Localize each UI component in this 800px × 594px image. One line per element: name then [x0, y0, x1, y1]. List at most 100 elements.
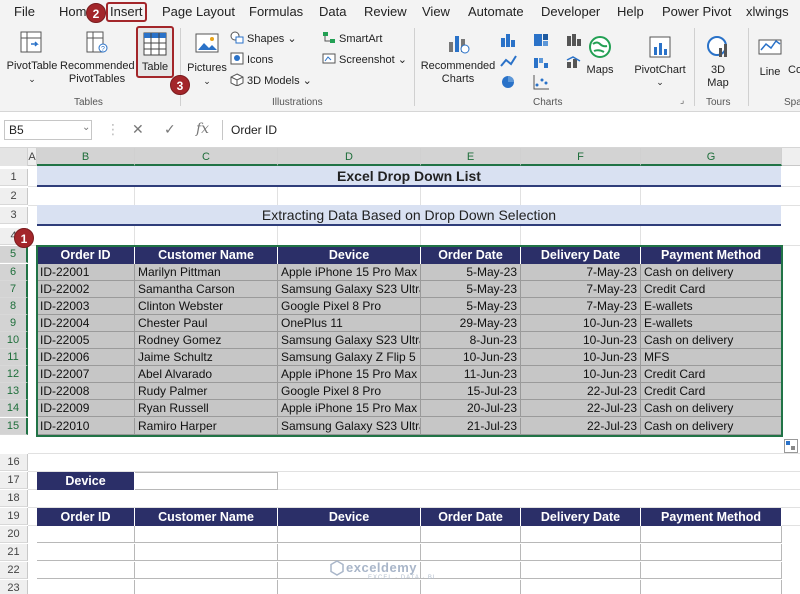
menu-developer[interactable]: Developer	[541, 4, 600, 19]
column-header-b[interactable]: B	[37, 148, 135, 166]
menu-formulas[interactable]: Formulas	[249, 4, 303, 19]
cell-device[interactable]: Samsung Galaxy Z Flip 5	[278, 349, 421, 366]
row-header-21[interactable]: 21	[0, 544, 28, 561]
cell-customer-name[interactable]: Abel Alvarado	[135, 366, 278, 383]
shapes-button[interactable]: Shapes ⌄	[230, 31, 297, 45]
table-header-order-date[interactable]: Order Date	[421, 246, 521, 264]
cell-delivery-date[interactable]: 10-Jun-23	[521, 349, 641, 366]
cell-order-id[interactable]: ID-22001	[37, 264, 135, 281]
result-cell[interactable]	[278, 526, 421, 543]
pivotchart-button[interactable]: PivotChart ⌄	[632, 28, 688, 88]
row-header-6[interactable]: 6	[0, 264, 28, 281]
cell-order-id[interactable]: ID-22007	[37, 366, 135, 383]
cell-delivery-date[interactable]: 7-May-23	[521, 281, 641, 298]
cell-order-date[interactable]: 29-May-23	[421, 315, 521, 332]
result-cell[interactable]	[641, 526, 782, 543]
row-header-9[interactable]: 9	[0, 315, 28, 332]
cell-order-id[interactable]: ID-22002	[37, 281, 135, 298]
cell-customer-name[interactable]: Chester Paul	[135, 315, 278, 332]
result-cell[interactable]	[421, 526, 521, 543]
cell-payment-method[interactable]: Cash on delivery	[641, 332, 782, 349]
table-header-customer-name[interactable]: Customer Name	[135, 246, 278, 264]
cell-device[interactable]: OnePlus 11	[278, 315, 421, 332]
cell-customer-name[interactable]: Rudy Palmer	[135, 383, 278, 400]
menu-file[interactable]: File	[14, 4, 35, 19]
cell-order-date[interactable]: 5-May-23	[421, 281, 521, 298]
cell-delivery-date[interactable]: 22-Jul-23	[521, 418, 641, 435]
smartart-button[interactable]: SmartArt	[322, 31, 382, 45]
cell-customer-name[interactable]: Marilyn Pittman	[135, 264, 278, 281]
result-cell[interactable]	[37, 544, 135, 561]
menu-review[interactable]: Review	[364, 4, 407, 19]
hierarchy-chart-icon[interactable]	[533, 32, 555, 51]
row-header-13[interactable]: 13	[0, 383, 28, 400]
name-box[interactable]: B5	[4, 120, 92, 140]
column-header-c[interactable]: C	[135, 148, 278, 166]
result-cell[interactable]	[521, 562, 641, 579]
cell-order-id[interactable]: ID-22005	[37, 332, 135, 349]
row-header-11[interactable]: 11	[0, 349, 28, 366]
row-header-10[interactable]: 10	[0, 332, 28, 349]
column-header-d[interactable]: D	[278, 148, 421, 166]
result-cell[interactable]	[135, 526, 278, 543]
menu-insert[interactable]: Insert	[106, 2, 147, 22]
3d-map-button[interactable]: 3D Map	[700, 28, 736, 90]
cell-order-date[interactable]: 10-Jun-23	[421, 349, 521, 366]
row-header-20[interactable]: 20	[0, 526, 28, 543]
menu-help[interactable]: Help	[617, 4, 644, 19]
cell-order-date[interactable]: 5-May-23	[421, 264, 521, 281]
cell-device[interactable]: Samsung Galaxy S23 Ultra	[278, 332, 421, 349]
cell-device[interactable]: Google Pixel 8 Pro	[278, 383, 421, 400]
cell-device[interactable]: Apple iPhone 15 Pro Max	[278, 264, 421, 281]
menu-page-layout[interactable]: Page Layout	[162, 4, 235, 19]
3d-models-button[interactable]: 3D Models ⌄	[230, 73, 312, 87]
menu-power-pivot[interactable]: Power Pivot	[662, 4, 731, 19]
cell-delivery-date[interactable]: 22-Jul-23	[521, 400, 641, 417]
cell-device[interactable]: Samsung Galaxy S23 Ultra	[278, 281, 421, 298]
cell-customer-name[interactable]: Jaime Schultz	[135, 349, 278, 366]
row-header-8[interactable]: 8	[0, 298, 28, 315]
column-chart-icon[interactable]	[500, 32, 522, 51]
cell-customer-name[interactable]: Rodney Gomez	[135, 332, 278, 349]
screenshot-button[interactable]: Screenshot ⌄	[322, 52, 407, 66]
line-chart-icon[interactable]	[500, 54, 522, 73]
recommended-pivottables-button[interactable]: ? Recommended PivotTables	[60, 28, 135, 86]
result-cell[interactable]	[37, 580, 135, 594]
cell-device[interactable]: Samsung Galaxy S23 Ultra	[278, 418, 421, 435]
result-cell[interactable]	[641, 580, 782, 594]
cell-customer-name[interactable]: Clinton Webster	[135, 298, 278, 315]
result-cell[interactable]	[521, 526, 641, 543]
menu-automate[interactable]: Automate	[468, 4, 524, 19]
cell-order-date[interactable]: 11-Jun-23	[421, 366, 521, 383]
recommended-charts-button[interactable]: Recommended Charts	[420, 28, 496, 86]
cell-order-id[interactable]: ID-22010	[37, 418, 135, 435]
charts-dialog-launcher-icon[interactable]: ⌟	[680, 95, 684, 106]
result-cell[interactable]	[641, 562, 782, 579]
maps-button[interactable]: Maps	[580, 28, 620, 77]
table-header-device[interactable]: Device	[278, 246, 421, 264]
cell-payment-method[interactable]: Cash on delivery	[641, 418, 782, 435]
row-header-12[interactable]: 12	[0, 366, 28, 383]
sparkline-line-button[interactable]: Line	[754, 28, 786, 79]
cell-payment-method[interactable]: Credit Card	[641, 281, 782, 298]
result-cell[interactable]	[421, 544, 521, 561]
cell-customer-name[interactable]: Ramiro Harper	[135, 418, 278, 435]
cell-delivery-date[interactable]: 10-Jun-23	[521, 366, 641, 383]
cell-payment-method[interactable]: MFS	[641, 349, 782, 366]
row-header-14[interactable]: 14	[0, 400, 28, 417]
cell-payment-method[interactable]: E-wallets	[641, 298, 782, 315]
formula-input[interactable]: Order ID	[222, 120, 798, 140]
row-header-1[interactable]: 1	[0, 169, 28, 186]
row-header-17[interactable]: 17	[0, 472, 28, 489]
row-header-22[interactable]: 22	[0, 562, 28, 579]
pictures-button[interactable]: Pictures ⌄	[186, 28, 228, 88]
cell-payment-method[interactable]: Cash on delivery	[641, 264, 782, 281]
select-all-corner[interactable]	[0, 148, 28, 166]
menu-data[interactable]: Data	[319, 4, 346, 19]
cell-payment-method[interactable]: Cash on delivery	[641, 400, 782, 417]
pie-chart-icon[interactable]	[500, 74, 522, 93]
column-header-f[interactable]: F	[521, 148, 641, 166]
cell-payment-method[interactable]: Credit Card	[641, 366, 782, 383]
result-cell[interactable]	[37, 526, 135, 543]
result-cell[interactable]	[278, 580, 421, 594]
